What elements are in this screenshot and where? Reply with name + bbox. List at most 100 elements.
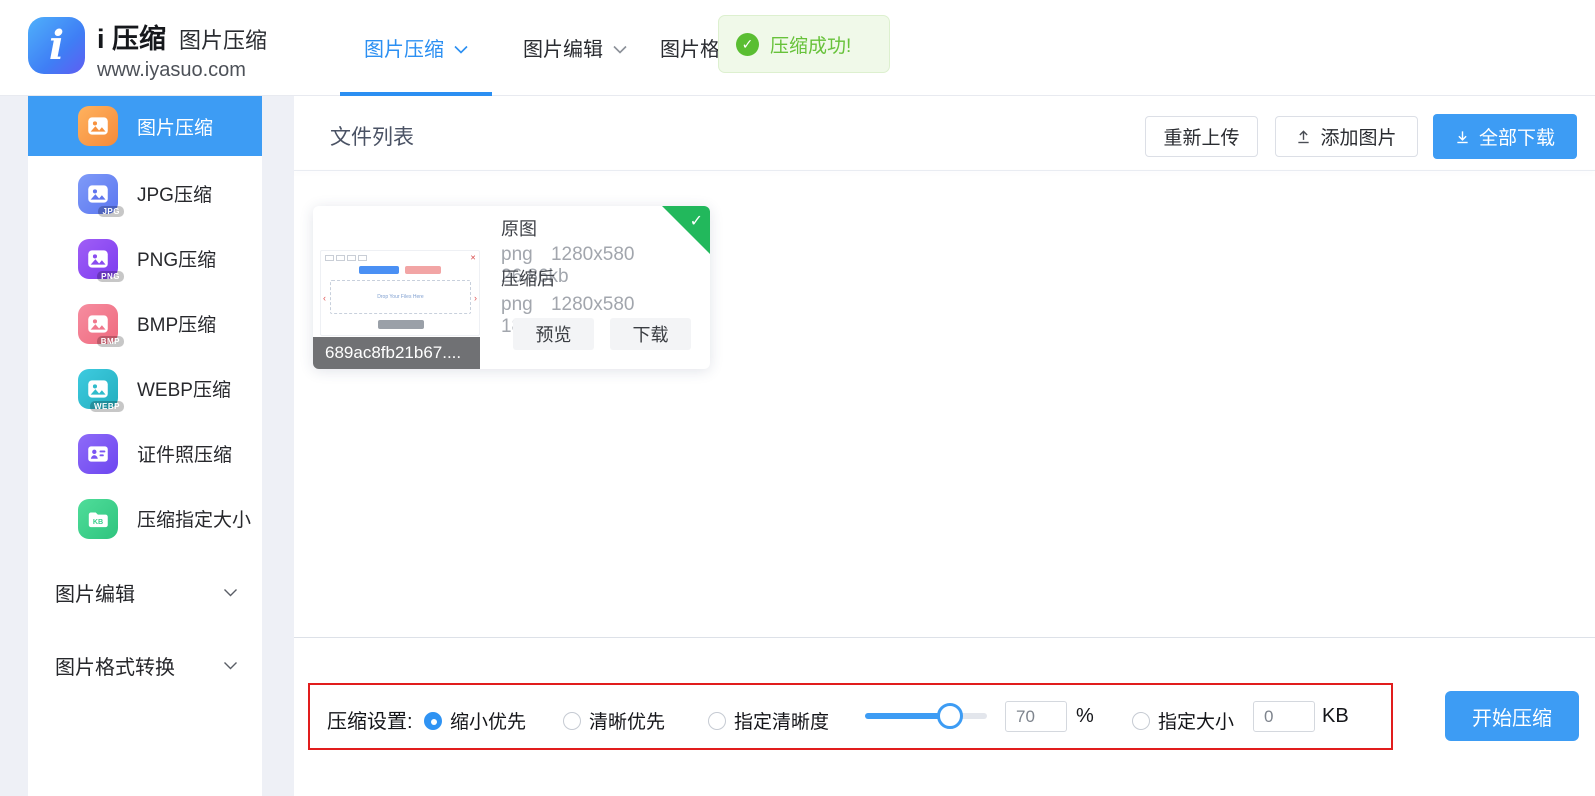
divider: [294, 170, 1595, 171]
sidebar-item-label: PNG压缩: [137, 245, 216, 272]
file-format: png: [501, 244, 533, 265]
filename-bar: 689ac8fb21b67....: [313, 337, 480, 369]
file-dimensions: 1280x580: [551, 294, 634, 315]
check-circle-icon: ✓: [736, 33, 759, 56]
file-thumbnail: ✕ Drop Your Files Here ‹ ›: [320, 250, 480, 336]
start-compress-button[interactable]: 开始压缩: [1445, 691, 1579, 741]
webp-compress-icon: WEBP: [78, 369, 118, 409]
radio-label: 缩小优先: [450, 707, 526, 734]
radio-clarity-priority[interactable]: 清晰优先: [563, 707, 665, 734]
file-dimensions: 1280x580: [551, 244, 634, 265]
sidebar: 图片压缩 JPG JPG压缩 PNG PNG压缩: [28, 96, 262, 796]
radio-label: 指定清晰度: [734, 707, 829, 734]
thumb-prev-arrow: ‹: [323, 293, 326, 303]
sidebar-item-label: WEBP压缩: [137, 375, 231, 402]
quality-slider[interactable]: [865, 703, 987, 729]
thumb-upload-button: [359, 266, 399, 274]
format-badge: WEBP: [90, 401, 124, 412]
radio-shrink-priority[interactable]: 缩小优先: [424, 707, 526, 734]
sidebar-item-bmp-compress[interactable]: BMP BMP压缩: [28, 291, 262, 356]
tab-label: 图片压缩: [364, 33, 444, 62]
sidebar-item-png-compress[interactable]: PNG PNG压缩: [28, 226, 262, 291]
sidebar-item-idphoto-compress[interactable]: 证件照压缩: [28, 421, 262, 486]
tab-image-edit[interactable]: 图片编辑: [505, 0, 645, 95]
radio-icon[interactable]: [708, 712, 726, 730]
reupload-button[interactable]: 重新上传: [1145, 116, 1258, 157]
target-size-input[interactable]: [1253, 701, 1315, 732]
radio-icon[interactable]: [1132, 712, 1150, 730]
chevron-down-icon: [454, 45, 468, 54]
active-tab-underline: [340, 92, 492, 96]
chevron-down-icon: [613, 45, 627, 54]
quality-percent-input[interactable]: [1005, 701, 1067, 732]
radio-label: 指定大小: [1158, 707, 1234, 734]
sidebar-group-image-edit[interactable]: 图片编辑: [28, 574, 262, 610]
compressed-label: 压缩后: [501, 265, 710, 291]
sidebar-item-label: 证件照压缩: [137, 440, 232, 467]
bmp-compress-icon: BMP: [78, 304, 118, 344]
main-panel: 文件列表 重新上传 添加图片 全部下载 ✓ ✕ Drop: [294, 96, 1595, 796]
button-label: 重新上传: [1163, 123, 1239, 150]
brand-product: 图片压缩: [179, 23, 267, 55]
button-label: 全部下载: [1479, 123, 1555, 150]
download-button[interactable]: 下载: [610, 318, 691, 350]
radio-icon[interactable]: [424, 712, 442, 730]
brand-url: www.iyasuo.com: [97, 59, 267, 82]
kb-unit-label: KB: [1322, 705, 1349, 728]
percent-unit-label: %: [1076, 705, 1094, 728]
sidebar-item-label: BMP压缩: [137, 310, 216, 337]
radio-label: 清晰优先: [589, 707, 665, 734]
chevron-down-icon: [223, 588, 238, 597]
png-compress-icon: PNG: [78, 239, 118, 279]
preview-button[interactable]: 预览: [513, 318, 594, 350]
brand-logo-icon: i: [28, 17, 85, 74]
sidebar-item-jpg-compress[interactable]: JPG JPG压缩: [28, 161, 262, 226]
sidebar-item-label: 图片压缩: [137, 113, 213, 140]
svg-text:KB: KB: [93, 517, 103, 525]
tab-label: 图片编辑: [523, 33, 603, 62]
toast-message: 压缩成功!: [770, 31, 851, 58]
sidebar-group-image-convert[interactable]: 图片格式转换: [28, 647, 262, 683]
thumb-close-icon: ✕: [470, 254, 476, 262]
tab-image-compress[interactable]: 图片压缩: [340, 0, 492, 95]
thumb-dropzone: Drop Your Files Here: [330, 280, 471, 314]
format-badge: BMP: [97, 336, 124, 347]
format-badge: PNG: [97, 271, 124, 282]
brand-title: i 压缩: [97, 17, 166, 56]
radio-specify-clarity[interactable]: 指定清晰度: [708, 707, 829, 734]
add-images-button[interactable]: 添加图片: [1275, 116, 1418, 157]
image-compress-icon: [78, 106, 118, 146]
sidebar-item-compress-to-size[interactable]: KB 压缩指定大小: [28, 486, 262, 551]
compress-settings-label: 压缩设置:: [327, 705, 413, 734]
page-title: 文件列表: [330, 121, 414, 151]
download-all-button[interactable]: 全部下载: [1433, 114, 1577, 159]
file-format: png: [501, 294, 533, 315]
download-icon: [1455, 129, 1470, 144]
upload-icon: [1296, 129, 1311, 144]
kb-size-icon: KB: [78, 499, 118, 539]
jpg-compress-icon: JPG: [78, 174, 118, 214]
button-label: 添加图片: [1320, 123, 1396, 150]
sidebar-item-webp-compress[interactable]: WEBP WEBP压缩: [28, 356, 262, 421]
thumb-drop-text: Drop Your Files Here: [377, 294, 423, 300]
sidebar-item-label: JPG压缩: [137, 180, 212, 207]
format-badge: JPG: [98, 206, 124, 217]
slider-thumb[interactable]: [937, 703, 963, 729]
divider: [294, 637, 1595, 638]
chevron-down-icon: [223, 661, 238, 670]
id-photo-icon: [78, 434, 118, 474]
thumb-next-arrow: ›: [474, 293, 477, 303]
group-label: 图片编辑: [55, 578, 135, 607]
sidebar-item-label: 压缩指定大小: [137, 505, 251, 532]
thumb-format-tabs: [325, 255, 367, 261]
success-toast: ✓ 压缩成功!: [718, 15, 890, 73]
file-card: ✓ ✕ Drop Your Files Here ‹ › 689ac8fb21b…: [313, 206, 710, 369]
radio-icon[interactable]: [563, 712, 581, 730]
brand[interactable]: i i 压缩 图片压缩 www.iyasuo.com: [28, 17, 267, 82]
thumb-clear-button: [405, 266, 441, 274]
radio-specify-size[interactable]: 指定大小: [1132, 707, 1234, 734]
group-label: 图片格式转换: [55, 651, 175, 680]
sidebar-item-image-compress[interactable]: 图片压缩: [28, 96, 262, 156]
original-label: 原图: [501, 215, 710, 241]
thumb-gray-button: [378, 320, 424, 329]
